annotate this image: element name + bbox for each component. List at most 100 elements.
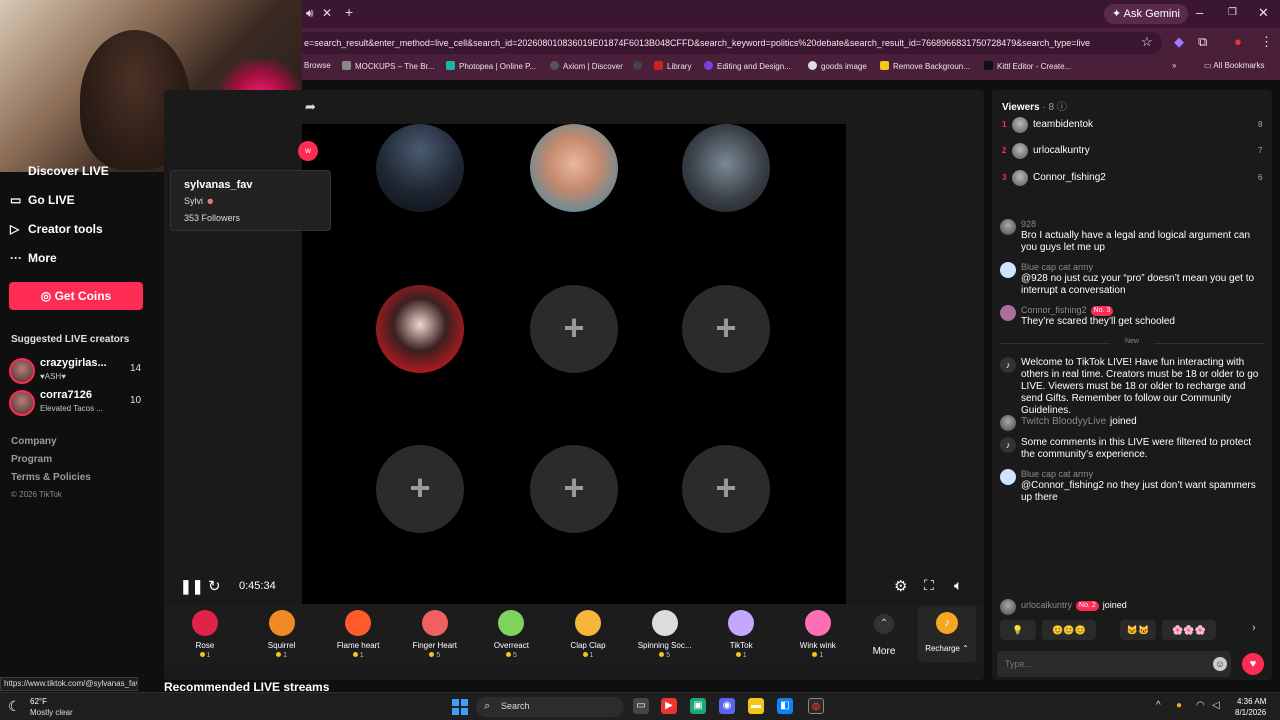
fullscreen-icon[interactable]: ⛶ <box>924 577 934 594</box>
suggested-creator[interactable]: crazygirlas... ♥ASH♥ 14 <box>9 356 149 386</box>
gift-item[interactable]: Overreact 5 <box>473 608 549 662</box>
ask-gemini-button[interactable]: ✦ Ask Gemini <box>1104 4 1188 24</box>
guest-seat-occupied[interactable] <box>376 285 464 373</box>
windows-start-button[interactable] <box>452 699 468 715</box>
gift-item[interactable]: Spinning Soc... 5 <box>627 608 703 662</box>
quick-emoji-button[interactable]: 💡 <box>1000 620 1036 640</box>
chat-comment[interactable]: Connor_fishing2 No. 3 They’re scared they’… <box>1000 305 1264 331</box>
weather-description[interactable]: Mostly clear <box>30 708 73 717</box>
extensions-puzzle-icon[interactable]: ⧉ <box>1198 34 1207 50</box>
comment-user[interactable]: Blue cap cat army <box>1021 469 1093 479</box>
speaker-icon[interactable]: ◁ <box>1212 700 1220 711</box>
guest-seat-empty[interactable]: + <box>376 445 464 533</box>
viewer-row[interactable]: 1 teambidentok 8 <box>992 116 1272 136</box>
wifi-icon[interactable]: ◠ <box>1196 700 1205 711</box>
bookmark-item[interactable]: Library <box>654 61 691 71</box>
guest-seat-empty[interactable]: + <box>682 445 770 533</box>
gift-item[interactable]: Clap Clap 1 <box>550 608 626 662</box>
viewer-row[interactable]: 3 Connor_fishing2 6 <box>992 169 1272 189</box>
gift-item[interactable]: Flame heart 1 <box>320 608 396 662</box>
browser-menu-icon[interactable]: ⋮ <box>1260 34 1273 50</box>
guest-seat-empty[interactable]: + <box>682 285 770 373</box>
quick-emoji-button[interactable]: 🌸🌸🌸 <box>1162 620 1216 640</box>
joined-user[interactable]: urlocalkuntry <box>1021 600 1072 610</box>
gift-item[interactable]: Squirrel 1 <box>244 608 320 662</box>
weather-temperature[interactable]: 62°F <box>30 697 47 706</box>
settings-icon[interactable]: ⚙ <box>894 577 907 595</box>
footer-link[interactable]: Company <box>11 436 57 447</box>
clock-date[interactable]: 8/1/2026 <box>1235 708 1266 717</box>
chat-input[interactable] <box>997 651 1231 677</box>
guest-seat-occupied[interactable] <box>530 124 618 212</box>
pause-icon[interactable]: ❚❚ <box>180 578 203 595</box>
bookmark-item[interactable]: Kittl Editor - Create... <box>984 61 1071 71</box>
all-bookmarks-button[interactable]: ▭ All Bookmarks <box>1204 61 1264 70</box>
sidebar-item-creator-tools[interactable]: ▷ Creator tools <box>10 222 103 244</box>
new-tab-button[interactable]: + <box>345 4 353 20</box>
maximize-button[interactable]: ❐ <box>1228 7 1237 18</box>
joined-user[interactable]: Twitch BloodyyLive <box>1021 416 1106 427</box>
footer-link[interactable]: Terms & Policies <box>11 472 91 483</box>
guest-seat-empty[interactable]: + <box>530 445 618 533</box>
guest-seat-occupied[interactable] <box>682 124 770 212</box>
more-gifts-button[interactable]: ⌃ More <box>864 608 904 662</box>
chrome-icon[interactable]: ◍ <box>808 698 824 714</box>
bookmark-item[interactable]: MOCKUPS – The Br... <box>342 61 434 71</box>
microphone-icon[interactable]: ● <box>1176 700 1182 711</box>
bookmark-item[interactable]: Axiom | Discover <box>550 61 623 71</box>
footer-link[interactable]: Program <box>11 454 52 465</box>
comment-user[interactable]: 928 <box>1021 219 1036 229</box>
bookmark-item[interactable] <box>633 61 646 71</box>
discord-icon[interactable]: ◉ <box>719 698 735 714</box>
gift-item[interactable]: Finger Heart 5 <box>397 608 473 662</box>
bookmark-item[interactable]: goods image <box>808 61 867 71</box>
youtube-icon[interactable]: ▶ <box>661 698 677 714</box>
guest-seat-empty[interactable]: + <box>530 285 618 373</box>
window-close-button[interactable]: ✕ <box>1258 5 1269 21</box>
live-video[interactable]: + + + + + <box>302 124 846 604</box>
quick-emoji-button[interactable]: 🐱🐱 <box>1120 620 1156 640</box>
speaker-icon[interactable]: 🔊︎ <box>306 6 314 21</box>
weather-moon-icon[interactable]: ☾ <box>8 698 21 715</box>
get-coins-button[interactable]: ◎ Get Coins <box>9 282 143 310</box>
emoji-picker-icon[interactable]: ☺ <box>1213 657 1227 671</box>
chat-comment[interactable]: Blue cap cat army @Connor_fishing2 no the… <box>1000 469 1264 505</box>
chevron-right-icon[interactable]: › <box>1252 622 1256 634</box>
quick-emoji-button[interactable]: 😊😊😊 <box>1042 620 1096 640</box>
sidebar-item-go-live[interactable]: ▭ Go LIVE <box>10 193 75 215</box>
viewer-row[interactable]: 2 urlocalkuntry 7 <box>992 142 1272 162</box>
store-icon[interactable]: ◧ <box>777 698 793 714</box>
chat-comment[interactable]: 928 Bro I actually have a legal and logic… <box>1000 219 1264 255</box>
comment-user-line[interactable]: Connor_fishing2 No. 3 <box>1021 305 1114 316</box>
bookmark-star-icon[interactable]: ☆ <box>1141 34 1153 50</box>
clock-time[interactable]: 4:36 AM <box>1237 697 1266 706</box>
profile-hover-card[interactable]: sylvanas_fav Sylvi ☻ 353 Followers <box>170 170 331 231</box>
sidebar-item-discover-live[interactable]: Discover LIVE <box>10 164 109 186</box>
chat-comment[interactable]: Blue cap cat army @928 no just cuz your “… <box>1000 262 1264 298</box>
guest-seat-occupied[interactable] <box>376 124 464 212</box>
suggested-creator[interactable]: corra7126 Elevated Tacos ... 10 <box>9 388 149 418</box>
gift-item[interactable]: Wink wink 1 <box>780 608 856 662</box>
gift-item[interactable]: Rose 1 <box>167 608 243 662</box>
refresh-icon[interactable]: ↻ <box>208 577 221 595</box>
volume-icon[interactable]: 🔈︎ <box>954 577 962 594</box>
heart-gift-button[interactable]: ♥ <box>1242 653 1264 675</box>
bookmarks-overflow-icon[interactable]: » <box>1172 61 1176 70</box>
task-view-icon[interactable]: ▭ <box>633 698 649 714</box>
gift-item[interactable]: TikTok 1 <box>703 608 779 662</box>
profile-avatar[interactable]: ● <box>1234 34 1242 49</box>
follow-button[interactable]: w <box>298 141 318 161</box>
sidebar-item-more[interactable]: ··· More <box>10 251 57 273</box>
bookmark-item[interactable]: Editing and Design... <box>704 61 791 71</box>
minimize-button[interactable]: – <box>1196 5 1203 20</box>
address-bar[interactable]: e=search_result&enter_method=live_cell&s… <box>296 32 1162 54</box>
tab-close-button[interactable]: ✕ <box>322 6 332 20</box>
share-icon[interactable]: ➦ <box>305 99 316 115</box>
info-icon[interactable]: ⓘ <box>1057 102 1067 113</box>
bookmark-item[interactable]: Photopea | Online P... <box>446 61 536 71</box>
recharge-button[interactable]: ♪ Recharge ⌃ <box>918 606 976 662</box>
comment-user[interactable]: Blue cap cat army <box>1021 262 1093 272</box>
tray-overflow-icon[interactable]: ^ <box>1156 700 1161 711</box>
app-icon[interactable]: ▣ <box>690 698 706 714</box>
file-explorer-icon[interactable]: ▬ <box>748 698 764 714</box>
